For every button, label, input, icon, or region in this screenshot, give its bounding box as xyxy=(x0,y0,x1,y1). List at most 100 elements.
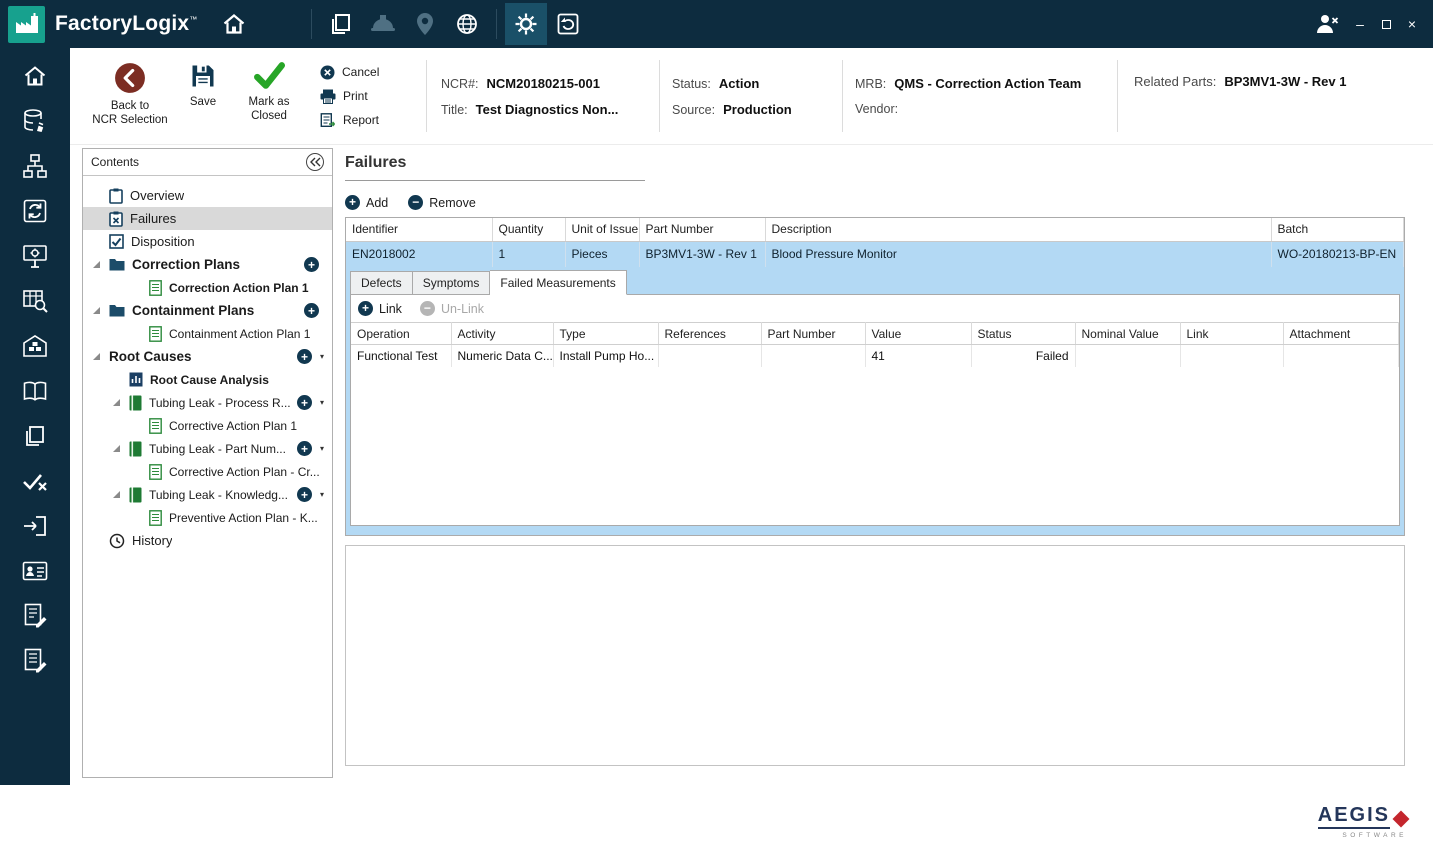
column-activity[interactable]: Activity xyxy=(451,323,553,345)
cancel-button[interactable]: Cancel xyxy=(320,65,412,80)
rail-warehouse-icon[interactable] xyxy=(12,332,58,360)
tab-symptoms[interactable]: Symptoms xyxy=(413,271,491,295)
save-button[interactable]: Save xyxy=(172,48,234,144)
cell-value: 41 xyxy=(865,345,971,367)
tree-item-correction-action-plan-1[interactable]: Correction Action Plan 1 xyxy=(83,276,332,299)
add-failure-button[interactable]: + Add xyxy=(345,195,388,210)
location-pin-icon[interactable] xyxy=(404,3,446,45)
collapse-panel-button[interactable] xyxy=(306,153,324,171)
column-unit-of-issue[interactable]: Unit of Issue xyxy=(565,218,639,241)
column-batch[interactable]: Batch xyxy=(1271,218,1404,241)
rail-production-monitor-icon[interactable] xyxy=(12,242,58,270)
tree-item-disposition[interactable]: Disposition xyxy=(83,230,332,253)
column-identifier[interactable]: Identifier xyxy=(346,218,492,241)
column-attachment[interactable]: Attachment xyxy=(1283,323,1399,345)
column-part-number[interactable]: Part Number xyxy=(761,323,865,345)
settings-gear-icon[interactable] xyxy=(505,3,547,45)
print-button[interactable]: Print xyxy=(320,89,412,104)
add-plan-button[interactable]: + xyxy=(297,487,312,502)
add-plan-button[interactable]: + xyxy=(297,441,312,456)
brand-text: FactoryLogix xyxy=(55,12,189,35)
rail-quality-check-icon[interactable] xyxy=(12,467,58,495)
rail-notes-edit-icon[interactable] xyxy=(12,602,58,630)
hardhat-icon[interactable] xyxy=(362,3,404,45)
tree-item-tubing-leak-part[interactable]: Tubing Leak - Part Num... + ▾ xyxy=(83,437,332,460)
user-logout-icon[interactable] xyxy=(1309,3,1345,45)
tree-item-corrective-action-plan-1[interactable]: Corrective Action Plan 1 xyxy=(83,414,332,437)
remove-failure-button[interactable]: − Remove xyxy=(408,195,476,210)
rail-home-icon[interactable] xyxy=(12,62,58,90)
tree-item-overview[interactable]: Overview xyxy=(83,184,332,207)
column-type[interactable]: Type xyxy=(553,323,658,345)
dropdown-caret-icon[interactable]: ▾ xyxy=(320,398,324,407)
rail-export-icon[interactable] xyxy=(12,512,58,540)
dropdown-caret-icon[interactable]: ▾ xyxy=(320,444,324,453)
documents-icon[interactable] xyxy=(320,3,362,45)
measurement-row[interactable]: Functional Test Numeric Data C... Instal… xyxy=(351,345,1399,367)
dropdown-caret-icon[interactable]: ▾ xyxy=(320,490,324,499)
tab-defects[interactable]: Defects xyxy=(350,271,413,295)
column-value[interactable]: Value xyxy=(865,323,971,345)
rail-documentation-book-icon[interactable] xyxy=(12,377,58,405)
add-plan-button[interactable]: + xyxy=(297,395,312,410)
column-nominal-value[interactable]: Nominal Value xyxy=(1075,323,1180,345)
back-to-ncr-selection-button[interactable]: Back toNCR Selection xyxy=(88,48,172,144)
column-part-number[interactable]: Part Number xyxy=(639,218,765,241)
window-maximize-button[interactable] xyxy=(1375,13,1397,35)
tree-item-label: Preventive Action Plan - K... xyxy=(169,511,318,525)
expander-icon[interactable] xyxy=(93,261,100,268)
knowledge-book-icon xyxy=(129,487,142,503)
tree-item-label: Corrective Action Plan - Cr... xyxy=(169,465,320,479)
add-containment-plan-button[interactable]: + xyxy=(304,303,319,318)
tree-item-correction-plans[interactable]: Correction Plans + xyxy=(83,253,332,276)
column-status[interactable]: Status xyxy=(971,323,1075,345)
mark-as-closed-button[interactable]: Mark asClosed xyxy=(234,48,304,144)
maximize-icon xyxy=(1382,20,1391,29)
expander-icon[interactable] xyxy=(113,491,120,498)
report-button[interactable]: Report xyxy=(320,113,412,128)
column-description[interactable]: Description xyxy=(765,218,1271,241)
tree-item-tubing-leak-knowledge[interactable]: Tubing Leak - Knowledg... + ▾ xyxy=(83,483,332,506)
column-operation[interactable]: Operation xyxy=(351,323,451,345)
rail-materials-database-icon[interactable] xyxy=(12,107,58,135)
link-label: Link xyxy=(379,302,402,316)
link-button[interactable]: + Link xyxy=(358,301,402,316)
home-button[interactable] xyxy=(213,3,255,45)
window-close-button[interactable]: × xyxy=(1401,13,1423,35)
expander-icon[interactable] xyxy=(93,353,100,360)
tree-item-root-causes[interactable]: Root Causes + ▾ xyxy=(83,345,332,368)
column-quantity[interactable]: Quantity xyxy=(492,218,565,241)
tree-item-failures[interactable]: Failures xyxy=(83,207,332,230)
add-icon: + xyxy=(345,195,360,210)
expander-icon[interactable] xyxy=(113,399,120,406)
add-root-cause-button[interactable]: + xyxy=(297,349,312,364)
unlink-button[interactable]: − Un-Link xyxy=(420,301,484,316)
cell-description: Blood Pressure Monitor xyxy=(765,241,1271,267)
tree-item-tubing-leak-process[interactable]: Tubing Leak - Process R... + ▾ xyxy=(83,391,332,414)
dropdown-caret-icon[interactable]: ▾ xyxy=(320,352,324,361)
add-correction-plan-button[interactable]: + xyxy=(304,257,319,272)
window-minimize-button[interactable]: – xyxy=(1349,13,1371,35)
rail-id-card-icon[interactable] xyxy=(12,557,58,585)
tree-item-preventive-action-plan-k[interactable]: Preventive Action Plan - K... xyxy=(83,506,332,529)
rail-sync-icon[interactable] xyxy=(12,197,58,225)
tree-item-corrective-action-plan-cr[interactable]: Corrective Action Plan - Cr... xyxy=(83,460,332,483)
expander-icon[interactable] xyxy=(113,445,120,452)
folder-icon xyxy=(109,304,125,317)
globe-icon[interactable] xyxy=(446,3,488,45)
tree-item-containment-action-plan-1[interactable]: Containment Action Plan 1 xyxy=(83,322,332,345)
column-link[interactable]: Link xyxy=(1180,323,1283,345)
column-references[interactable]: References xyxy=(658,323,761,345)
rail-process-hierarchy-icon[interactable] xyxy=(12,152,58,180)
refresh-undo-icon[interactable] xyxy=(547,3,589,45)
rail-report-edit-icon[interactable] xyxy=(12,647,58,675)
tree-item-history[interactable]: History xyxy=(83,529,332,552)
expander-icon[interactable] xyxy=(93,307,100,314)
mrb-info-group: MRB:QMS - Correction Action Team Vendor: xyxy=(855,48,1117,144)
rail-copy-pages-icon[interactable] xyxy=(12,422,58,450)
tab-failed-measurements[interactable]: Failed Measurements xyxy=(490,270,626,295)
tree-item-root-cause-analysis[interactable]: Root Cause Analysis xyxy=(83,368,332,391)
failure-row-selected[interactable]: EN2018002 1 Pieces BP3MV1-3W - Rev 1 Blo… xyxy=(346,241,1404,267)
rail-data-lookup-icon[interactable] xyxy=(12,287,58,315)
tree-item-containment-plans[interactable]: Containment Plans + xyxy=(83,299,332,322)
